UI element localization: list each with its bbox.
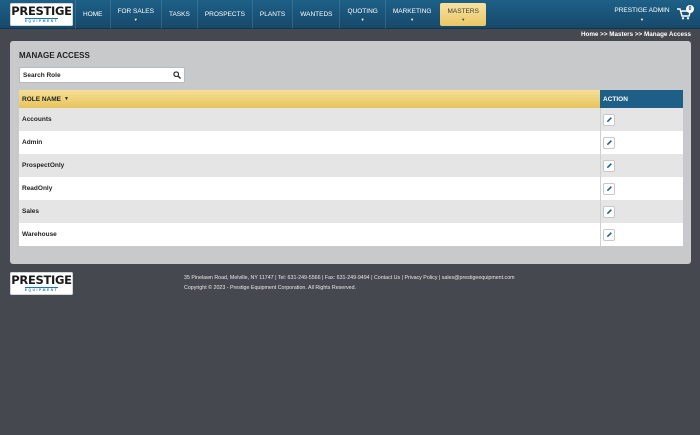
user-menu[interactable]: PRESTIGE ADMIN ▼ (612, 0, 672, 29)
user-name: PRESTIGE ADMIN (614, 7, 670, 14)
table-row: ProspectOnly (19, 154, 683, 177)
nav-plants[interactable]: PLANTS (251, 0, 292, 29)
nav-prospects[interactable]: PROSPECTS (196, 0, 252, 29)
search-box (19, 67, 185, 83)
role-name-cell: Sales (22, 208, 39, 215)
edit-button[interactable] (603, 182, 615, 195)
email-link[interactable]: sales@prestigeequipment.com (442, 275, 515, 281)
brand-sub: EQUIPMENT (24, 287, 59, 292)
brand-name: PRESTIGE (11, 3, 72, 18)
footer-address: 35 Pinelawn Road, Melville, NY 11747 | T… (184, 275, 374, 281)
brand-logo[interactable]: PRESTIGE EQUIPMENT (10, 3, 73, 26)
manage-access-panel: MANAGE ACCESS ROLE NAME ▼ ACTION Account… (10, 41, 691, 264)
action-cell (600, 223, 683, 246)
nav-label: PROSPECTS (204, 11, 245, 18)
breadcrumb-sep: >> (598, 31, 610, 38)
column-header-label: ROLE NAME (22, 95, 61, 103)
table-row: Sales (19, 200, 683, 223)
action-cell (600, 200, 683, 223)
cart-count-badge: 0 (686, 5, 694, 13)
page-title: MANAGE ACCESS (19, 51, 90, 60)
nav-masters[interactable]: MASTERS ▼ (440, 3, 486, 26)
privacy-policy-link[interactable]: Privacy Policy (404, 275, 437, 281)
footer-copyright: Copyright © 2023 - Prestige Equipment Co… (184, 285, 357, 291)
caret-down-icon: ▼ (360, 16, 365, 22)
table-row: Accounts (19, 108, 683, 131)
nav-label: FOR SALES (117, 7, 154, 15)
caret-down-icon: ▼ (461, 16, 466, 22)
nav-for-sales[interactable]: FOR SALES ▼ (109, 0, 161, 29)
main-nav: HOME FOR SALES ▼ TASKS PROSPECTS PLANTS … (75, 0, 488, 29)
nav-label: QUOTING (347, 7, 378, 15)
breadcrumb-home[interactable]: Home (581, 31, 599, 38)
brand-sub: EQUIPMENT (24, 18, 59, 23)
brand-name: PRESTIGE (11, 272, 72, 287)
edit-button[interactable] (603, 205, 615, 218)
nav-home[interactable]: HOME (75, 0, 110, 29)
role-name-cell: Admin (22, 139, 43, 146)
breadcrumb-current: Manage Access (643, 31, 691, 38)
role-name-cell: ReadOnly (22, 185, 53, 192)
column-header-action: ACTION (600, 90, 683, 108)
pencil-icon (606, 186, 612, 191)
breadcrumb-masters[interactable]: Masters (609, 31, 633, 38)
nav-label: PLANTS (259, 11, 286, 18)
nav-quoting[interactable]: QUOTING ▼ (339, 0, 384, 29)
action-cell (600, 108, 683, 131)
pencil-icon (606, 140, 612, 145)
role-name-cell: Warehouse (22, 231, 57, 238)
contact-us-link[interactable]: Contact Us (374, 275, 400, 281)
nav-marketing[interactable]: MARKETING ▼ (384, 0, 439, 29)
edit-button[interactable] (603, 159, 615, 172)
table-row: Admin (19, 131, 683, 154)
footer-logo[interactable]: PRESTIGE EQUIPMENT (10, 272, 73, 295)
top-navbar: PRESTIGE EQUIPMENT HOME FOR SALES ▼ TASK… (0, 0, 700, 29)
edit-button[interactable] (603, 113, 615, 126)
sort-desc-icon: ▼ (64, 96, 69, 102)
nav-label: MASTERS (447, 7, 479, 15)
cart-button[interactable]: 0 (677, 5, 694, 20)
nav-label: HOME (83, 11, 103, 18)
caret-down-icon: ▼ (410, 16, 415, 22)
caret-down-icon: ▼ (640, 17, 644, 22)
search-input[interactable] (23, 69, 163, 81)
footer-contact-line: 35 Pinelawn Road, Melville, NY 11747 | T… (184, 273, 515, 283)
search-icon[interactable] (173, 71, 181, 79)
edit-button[interactable] (603, 228, 615, 241)
caret-down-icon: ▼ (133, 16, 138, 22)
role-name-cell: ProspectOnly (22, 162, 65, 169)
breadcrumb-sep: >> (633, 31, 644, 38)
table-header: ROLE NAME ▼ ACTION (19, 90, 683, 108)
pencil-icon (606, 232, 612, 237)
edit-button[interactable] (603, 136, 615, 149)
nav-label: WANTEDS (300, 11, 333, 18)
footer-info: 35 Pinelawn Road, Melville, NY 11747 | T… (184, 273, 515, 293)
column-header-role-name[interactable]: ROLE NAME ▼ (19, 90, 600, 108)
nav-wanteds[interactable]: WANTEDS (292, 0, 339, 29)
nav-tasks[interactable]: TASKS (160, 0, 197, 29)
pencil-icon (606, 163, 612, 168)
action-cell (600, 154, 683, 177)
table-row: ReadOnly (19, 177, 683, 200)
nav-label: TASKS (168, 11, 190, 18)
action-cell (600, 177, 683, 200)
table-row: Warehouse (19, 223, 683, 246)
pencil-icon (606, 117, 612, 122)
role-name-cell: Accounts (22, 116, 52, 123)
action-cell (600, 131, 683, 154)
nav-label: MARKETING (392, 7, 432, 15)
roles-table: ROLE NAME ▼ ACTION Accounts Admin Prospe… (19, 90, 683, 246)
breadcrumb: Home >> Masters >> Manage Access (581, 31, 691, 38)
pencil-icon (606, 209, 612, 214)
